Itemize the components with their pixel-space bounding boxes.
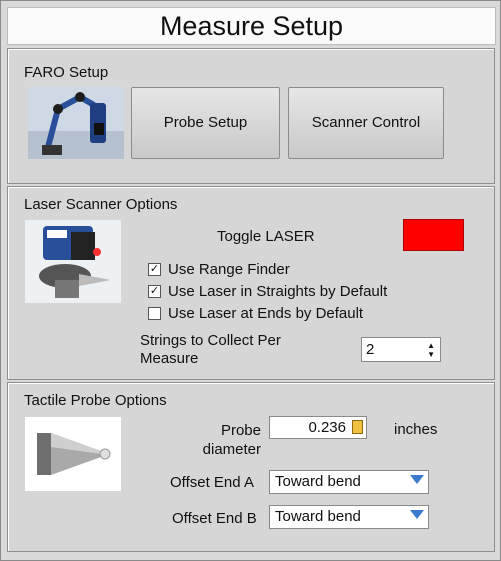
use-range-finder-checkbox[interactable]: ✓ Use Range Finder — [148, 261, 290, 278]
checkbox-check-icon: ✓ — [148, 263, 161, 276]
checkbox-check-icon: ✓ — [148, 285, 161, 298]
measure-setup-window: Measure Setup FARO Setup Probe Setup Sca… — [0, 0, 501, 561]
toggle-laser-label: Toggle LASER — [217, 228, 315, 245]
tactile-probe-title: Tactile Probe Options — [24, 392, 167, 409]
probe-label-line1: Probe — [220, 422, 261, 439]
scanner-control-button[interactable]: Scanner Control — [288, 87, 444, 159]
strings-to-collect-label: Strings to Collect Per Measure — [140, 332, 281, 368]
checkbox-empty-icon — [148, 307, 161, 320]
dropdown-arrow-icon — [410, 510, 424, 519]
window-title: Measure Setup — [7, 7, 496, 45]
offset-end-b-label: Offset End B — [172, 510, 257, 527]
laser-scanner-image — [25, 220, 121, 303]
offset-end-a-label: Offset End A — [170, 474, 254, 491]
probe-diameter-label: Probe diameter — [197, 421, 261, 459]
use-laser-straights-checkbox[interactable]: ✓ Use Laser in Straights by Default — [148, 283, 387, 300]
faro-arm-image — [28, 87, 124, 159]
strings-label-line1: Strings to Collect Per — [140, 332, 281, 349]
probe-tip-image — [25, 417, 121, 491]
offset-end-a-value: Toward bend — [275, 473, 361, 490]
probe-label-line2: diameter — [202, 441, 261, 458]
strings-spinner[interactable]: 2 ▲ ▼ — [361, 337, 441, 362]
probe-setup-button[interactable]: Probe Setup — [131, 87, 280, 159]
faro-setup-panel: FARO Setup Probe Setup Scanner Control — [7, 48, 495, 184]
offset-end-b-value: Toward bend — [275, 508, 361, 525]
use-range-finder-label: Use Range Finder — [168, 261, 290, 278]
offset-end-a-select[interactable]: Toward bend — [269, 470, 429, 494]
probe-diameter-value: 0.236 — [308, 419, 346, 436]
faro-setup-title: FARO Setup — [24, 64, 109, 81]
spinner-up-icon[interactable]: ▲ — [427, 341, 435, 350]
use-laser-ends-checkbox[interactable]: Use Laser at Ends by Default — [148, 305, 363, 322]
laser-scanner-title: Laser Scanner Options — [24, 196, 178, 213]
use-laser-straights-label: Use Laser in Straights by Default — [168, 283, 388, 300]
tactile-probe-panel: Tactile Probe Options Probe diameter 0.2… — [7, 382, 495, 552]
strings-value: 2 — [366, 341, 375, 358]
laser-scanner-panel: Laser Scanner Options Toggle LASER ✓ Use… — [7, 186, 495, 380]
offset-end-b-select[interactable]: Toward bend — [269, 505, 429, 529]
laser-indicator-button[interactable] — [403, 219, 464, 251]
calculator-icon[interactable] — [352, 420, 363, 434]
probe-diameter-input[interactable]: 0.236 — [269, 416, 367, 439]
spinner-down-icon[interactable]: ▼ — [427, 350, 435, 359]
probe-units-label: inches — [394, 421, 438, 438]
use-laser-ends-label: Use Laser at Ends by Default — [168, 305, 364, 322]
dropdown-arrow-icon — [410, 475, 424, 484]
strings-label-line2: Measure — [140, 350, 199, 367]
